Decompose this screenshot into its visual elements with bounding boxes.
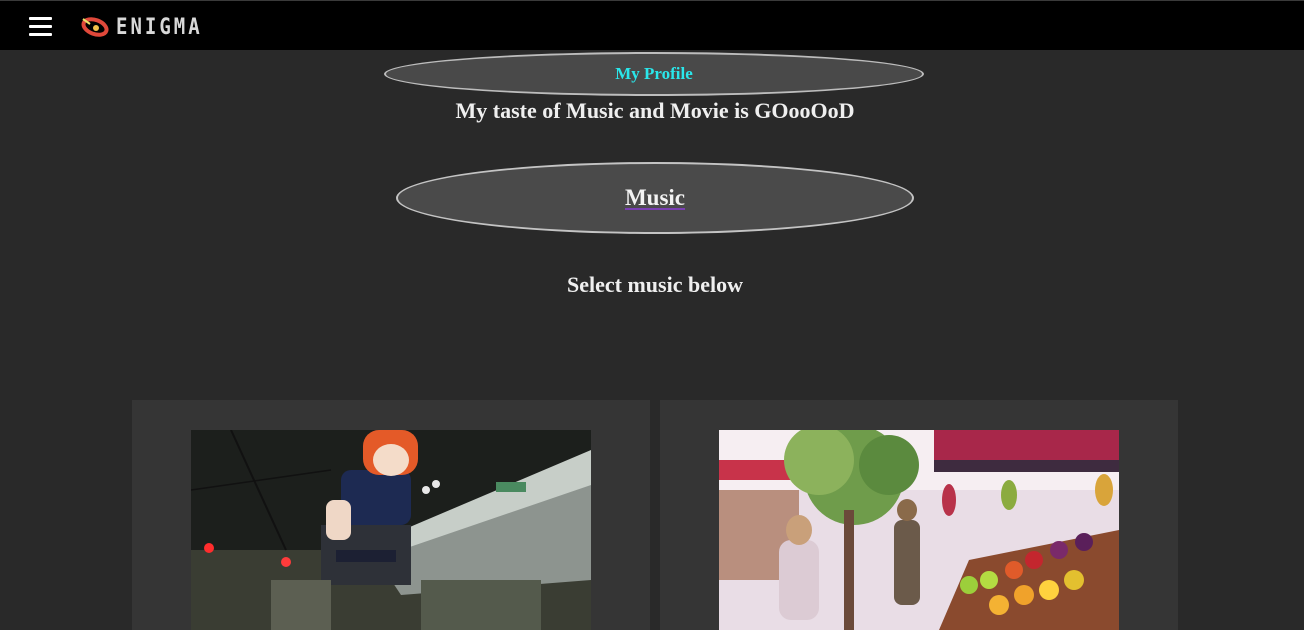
brand-logo[interactable]: ENIGMA bbox=[80, 14, 203, 40]
anime-fruit-market-thumbnail[interactable] bbox=[719, 430, 1119, 630]
music-section-button[interactable]: Music bbox=[396, 162, 914, 234]
top-navbar: ENIGMA bbox=[0, 0, 1304, 50]
select-music-heading: Select music below bbox=[567, 272, 743, 297]
eye-logo-icon bbox=[81, 17, 109, 37]
hamburger-menu-icon[interactable] bbox=[29, 16, 52, 38]
music-link[interactable]: Music bbox=[625, 185, 685, 211]
music-card[interactable] bbox=[660, 400, 1178, 630]
brand-name: ENIGMA bbox=[116, 14, 203, 40]
anime-girl-city-night-thumbnail[interactable] bbox=[191, 430, 591, 630]
my-profile-button[interactable]: My Profile bbox=[384, 52, 924, 96]
music-card[interactable] bbox=[132, 400, 650, 630]
profile-tagline: My taste of Music and Movie is GOooOoD bbox=[455, 98, 855, 123]
